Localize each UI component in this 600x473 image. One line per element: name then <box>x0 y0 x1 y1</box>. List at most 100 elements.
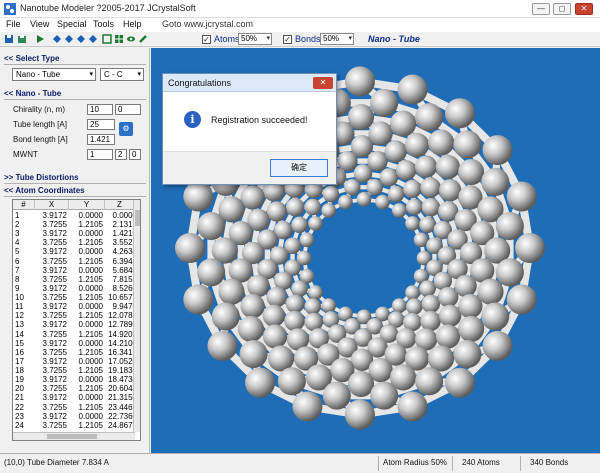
minimize-button[interactable]: — <box>532 3 550 15</box>
atom[interactable] <box>379 168 399 187</box>
atom[interactable] <box>419 280 436 297</box>
menu-help[interactable]: Help <box>123 19 142 29</box>
atom[interactable] <box>291 216 308 234</box>
atom[interactable] <box>439 304 462 327</box>
table-row[interactable]: 14 3.7255 1.2105 14.9205 <box>13 330 137 339</box>
atom[interactable] <box>495 258 524 287</box>
menu-file[interactable]: File <box>6 19 21 29</box>
atom[interactable] <box>420 310 441 332</box>
table-row[interactable]: 9 3.9172 0.0000 8.5260 <box>13 284 137 293</box>
atom[interactable] <box>419 216 436 234</box>
scrollbar-thumb[interactable] <box>47 434 97 439</box>
mwnt-a-input[interactable]: 1 <box>87 149 113 160</box>
save-icon[interactable] <box>4 34 14 44</box>
atom[interactable] <box>387 185 405 203</box>
col-header-x[interactable]: X <box>35 200 69 210</box>
atom[interactable] <box>427 129 455 156</box>
atom[interactable] <box>506 284 537 315</box>
play-icon[interactable] <box>35 34 45 44</box>
eye-icon[interactable] <box>126 34 136 44</box>
atom[interactable] <box>405 285 420 300</box>
table-row[interactable]: 23 3.9172 0.0000 22.7360 <box>13 412 137 421</box>
atom[interactable] <box>477 278 504 305</box>
atom[interactable] <box>495 212 524 241</box>
atom[interactable] <box>245 367 276 398</box>
atom[interactable] <box>391 203 407 218</box>
atom[interactable] <box>375 194 390 210</box>
atom[interactable] <box>367 150 388 172</box>
atom[interactable] <box>266 201 287 222</box>
atom[interactable] <box>370 88 399 117</box>
atom[interactable] <box>415 103 444 132</box>
atom[interactable] <box>435 154 461 180</box>
table-row[interactable]: 5 3.9172 0.0000 4.2630 <box>13 247 137 256</box>
atom[interactable] <box>389 110 417 137</box>
dialog-close-button[interactable]: ✕ <box>313 77 333 89</box>
atom[interactable] <box>347 370 375 397</box>
import-icon[interactable] <box>17 34 27 44</box>
atom[interactable] <box>308 216 323 231</box>
type-select[interactable]: Nano - Tube ▾ <box>12 68 96 81</box>
atom[interactable] <box>506 181 537 212</box>
table-row[interactable]: 19 3.9172 0.0000 18.4730 <box>13 375 137 384</box>
atom[interactable] <box>299 232 315 248</box>
atom[interactable] <box>183 284 214 315</box>
atom[interactable] <box>370 381 399 410</box>
atom[interactable] <box>414 155 438 178</box>
table-row[interactable]: 1 3.9172 0.0000 0.0000 <box>13 211 137 220</box>
atom[interactable] <box>322 185 340 203</box>
move-up-icon[interactable] <box>76 34 86 44</box>
atom[interactable] <box>403 179 422 199</box>
atom[interactable] <box>444 367 475 398</box>
atom[interactable] <box>404 132 430 158</box>
atom[interactable] <box>262 304 285 327</box>
atom[interactable] <box>366 178 383 196</box>
scrollbar-thumb[interactable] <box>135 210 140 226</box>
atom[interactable] <box>308 285 323 300</box>
atom[interactable] <box>347 104 375 131</box>
atom[interactable] <box>304 198 321 216</box>
atom[interactable] <box>197 258 226 287</box>
atom[interactable] <box>197 212 226 241</box>
vertical-scrollbar[interactable] <box>133 200 140 432</box>
goto-website-link[interactable]: Goto www.jcrystal.com <box>162 19 253 29</box>
menu-view[interactable]: View <box>30 19 49 29</box>
atom[interactable] <box>453 340 482 369</box>
atom[interactable] <box>240 294 265 319</box>
ok-button[interactable]: 确定 <box>270 159 328 177</box>
table-row[interactable]: 4 3.7255 1.2105 3.5525 <box>13 238 137 247</box>
atom[interactable] <box>175 233 205 263</box>
atom[interactable] <box>453 130 482 159</box>
move-left-icon[interactable] <box>52 34 62 44</box>
atom[interactable] <box>482 135 513 166</box>
atom[interactable] <box>237 315 264 342</box>
table-row[interactable]: 12 3.7255 1.2105 12.0785 <box>13 311 137 320</box>
chirality-n-input[interactable]: 10 <box>87 104 113 115</box>
atom[interactable] <box>239 340 268 369</box>
atom[interactable] <box>321 298 337 313</box>
atom[interactable] <box>391 298 407 313</box>
atoms-percent-select[interactable]: 50% ▾ <box>238 33 272 45</box>
move-right-icon[interactable] <box>64 34 74 44</box>
atom[interactable] <box>291 280 308 297</box>
table-row[interactable]: 7 3.9172 0.0000 5.6840 <box>13 266 137 275</box>
atom[interactable] <box>338 194 353 210</box>
atom[interactable] <box>406 198 423 216</box>
restore-button[interactable]: ◻ <box>553 3 571 15</box>
atom[interactable] <box>481 167 510 197</box>
table-row[interactable]: 18 3.7255 1.2105 19.1835 <box>13 366 137 375</box>
table-row[interactable]: 22 3.7255 1.2105 23.4465 <box>13 403 137 412</box>
move-down-icon[interactable] <box>88 34 98 44</box>
bonds-checkbox[interactable]: ✓ <box>283 35 292 44</box>
build-tube-button[interactable]: ⚙ <box>119 122 133 136</box>
table-row[interactable]: 11 3.9172 0.0000 9.9470 <box>13 302 137 311</box>
atom[interactable] <box>211 302 240 331</box>
atom[interactable] <box>292 391 323 422</box>
atom[interactable] <box>322 381 351 410</box>
element-select[interactable]: C - C ▾ <box>100 68 144 81</box>
atom-coordinates-table[interactable]: # X Y Z 1 3.9172 0.0000 0.0000 2 3.7255 1.2105… <box>12 199 141 441</box>
table-row[interactable]: 3 3.9172 0.0000 1.4210 <box>13 229 137 238</box>
atom[interactable] <box>262 324 288 349</box>
atom[interactable] <box>406 298 423 315</box>
table-row[interactable]: 16 3.7255 1.2105 16.3415 <box>13 348 137 357</box>
